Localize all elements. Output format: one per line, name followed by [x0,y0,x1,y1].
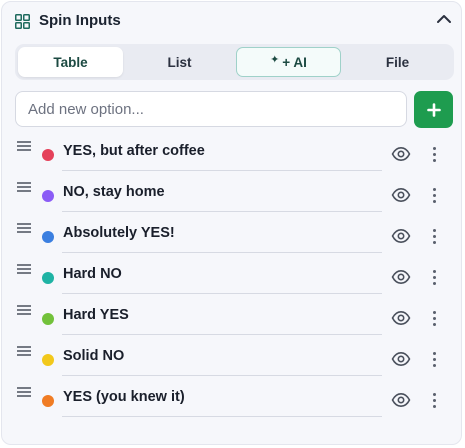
option-color-dot[interactable] [42,313,54,325]
option-underline [62,211,382,212]
drag-handle-icon[interactable] [17,182,31,192]
option-underline [62,293,382,294]
panel-title: Spin Inputs [39,12,121,29]
more-options-icon[interactable] [430,227,438,245]
option-row: NO, stay home [2,177,461,218]
tab-list-label: List [167,54,192,70]
option-label[interactable]: Hard NO [63,266,122,282]
add-option-input[interactable] [15,91,407,127]
option-label[interactable]: Absolutely YES! [63,225,175,241]
eye-icon[interactable] [391,146,411,162]
input-mode-tabs: Table List ✦ + AI File [15,44,454,80]
eye-icon[interactable] [391,228,411,244]
more-options-icon[interactable] [430,350,438,368]
more-options-icon[interactable] [430,145,438,163]
option-row: YES (you knew it) [2,382,461,423]
plus-icon [426,102,441,117]
option-row: Hard YES [2,300,461,341]
tab-file[interactable]: File [345,47,450,77]
option-label[interactable]: YES (you knew it) [63,389,185,405]
option-color-dot[interactable] [42,149,54,161]
more-options-icon[interactable] [430,391,438,409]
option-underline [62,170,382,171]
more-options-icon[interactable] [430,186,438,204]
eye-icon[interactable] [391,310,411,326]
option-color-dot[interactable] [42,190,54,202]
option-row: Solid NO [2,341,461,382]
chevron-up-icon[interactable] [436,12,452,26]
eye-icon[interactable] [391,269,411,285]
drag-handle-icon[interactable] [17,387,31,397]
tab-ai-label: + AI [282,54,307,70]
option-color-dot[interactable] [42,354,54,366]
tab-ai[interactable]: ✦ + AI [236,47,341,77]
option-label[interactable]: Solid NO [63,348,124,364]
option-underline [62,416,382,417]
drag-handle-icon[interactable] [17,223,31,233]
drag-handle-icon[interactable] [17,346,31,356]
drag-handle-icon[interactable] [17,264,31,274]
eye-icon[interactable] [391,351,411,367]
grid-icon [15,14,30,29]
option-underline [62,334,382,335]
drag-handle-icon[interactable] [17,305,31,315]
option-row: Absolutely YES! [2,218,461,259]
option-underline [62,375,382,376]
option-underline [62,252,382,253]
option-label[interactable]: NO, stay home [63,184,165,200]
tab-file-label: File [385,54,410,70]
add-option-row [15,91,454,128]
panel-header: Spin Inputs [2,2,461,42]
option-color-dot[interactable] [42,272,54,284]
option-color-dot[interactable] [42,395,54,407]
add-option-button[interactable] [414,91,453,128]
more-options-icon[interactable] [430,268,438,286]
option-row: YES, but after coffee [2,136,461,177]
more-options-icon[interactable] [430,309,438,327]
option-label[interactable]: YES, but after coffee [63,143,205,159]
eye-icon[interactable] [391,392,411,408]
option-color-dot[interactable] [42,231,54,243]
option-label[interactable]: Hard YES [63,307,129,323]
tab-table[interactable]: Table [18,47,123,77]
option-row: Hard NO [2,259,461,300]
tab-list[interactable]: List [127,47,232,77]
spin-inputs-panel: Spin Inputs Table List ✦ + AI File YES, … [1,1,462,445]
tab-table-label: Table [53,54,88,70]
eye-icon[interactable] [391,187,411,203]
sparkles-icon: ✦ [270,53,280,66]
drag-handle-icon[interactable] [17,141,31,151]
